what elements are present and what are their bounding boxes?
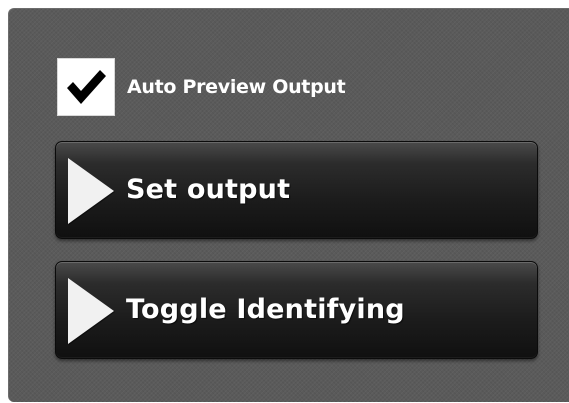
toggle-identifying-label: Toggle Identifying <box>126 294 405 325</box>
auto-preview-row[interactable]: Auto Preview Output <box>57 58 346 116</box>
set-output-label: Set output <box>126 174 291 205</box>
play-icon <box>68 158 114 224</box>
output-control-panel: Auto Preview Output Set output Toggle Id… <box>8 8 569 402</box>
toggle-identifying-button[interactable]: Toggle Identifying <box>55 261 538 359</box>
set-output-button[interactable]: Set output <box>55 141 538 239</box>
auto-preview-label: Auto Preview Output <box>127 76 346 98</box>
checkmark-icon <box>67 70 106 104</box>
auto-preview-checkbox[interactable] <box>57 58 115 116</box>
play-icon <box>68 278 114 344</box>
